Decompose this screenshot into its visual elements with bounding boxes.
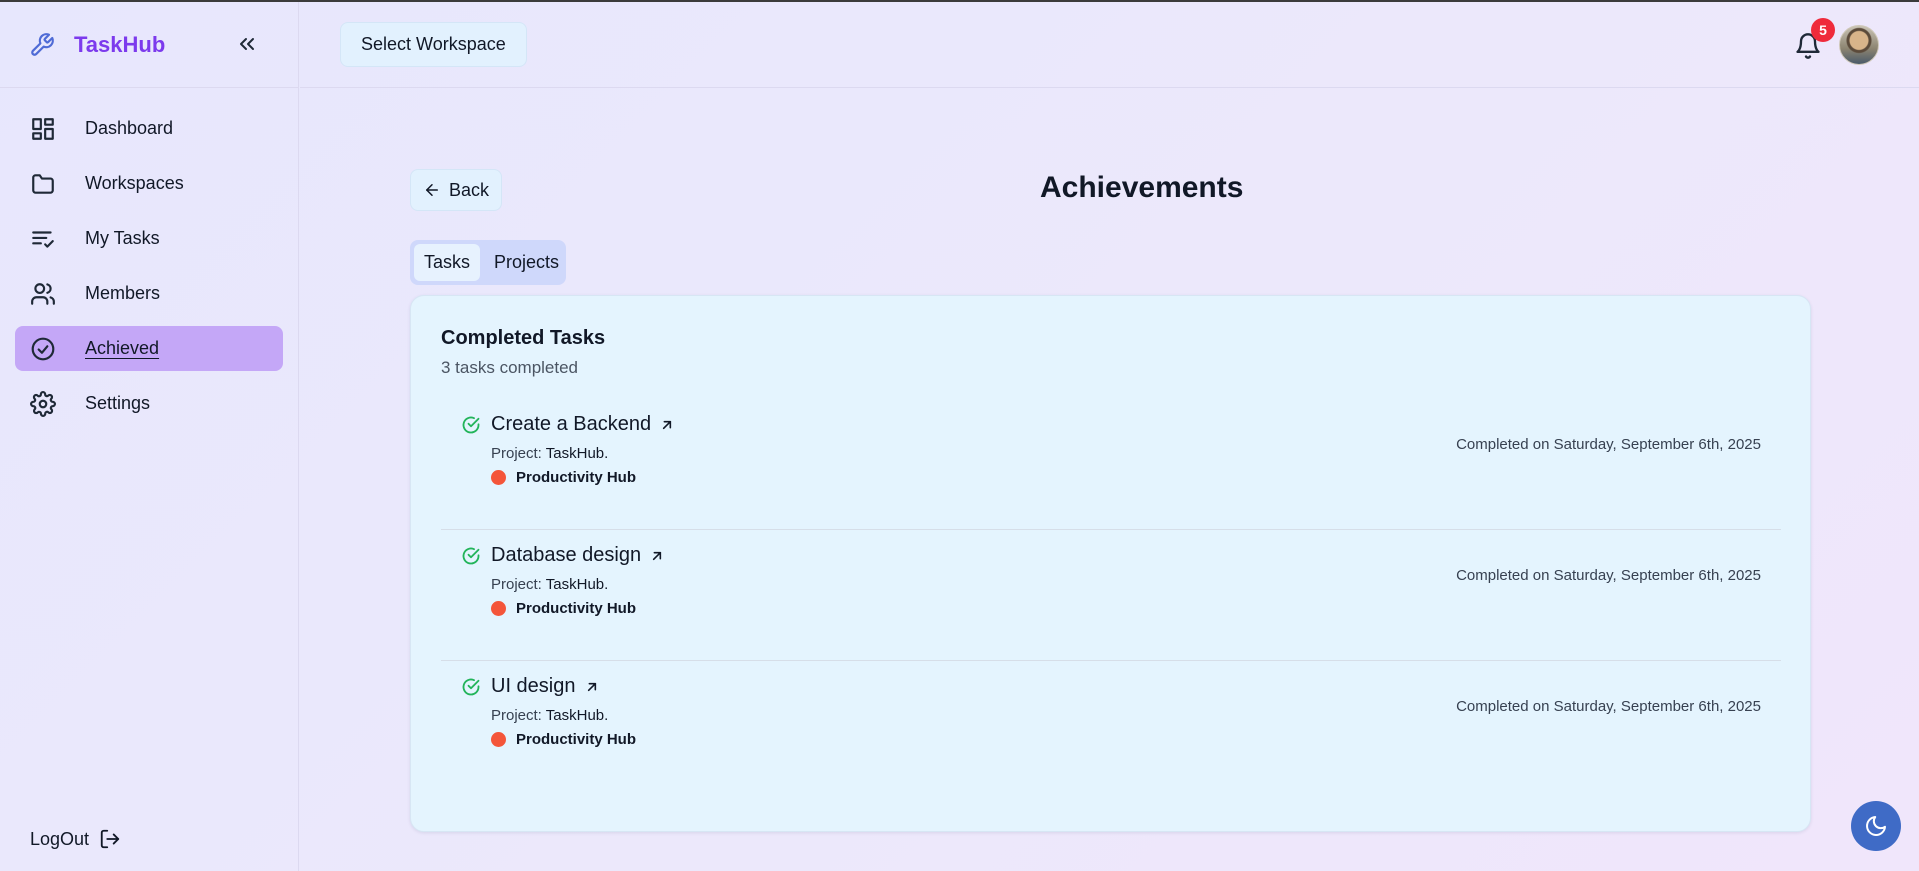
- completed-date: Completed on Saturday, September 6th, 20…: [1456, 436, 1761, 453]
- external-link-icon: [652, 551, 662, 560]
- sidebar-item-label: Dashboard: [85, 118, 174, 138]
- task-link[interactable]: Database design: [491, 544, 665, 567]
- check-circle-icon: [462, 416, 480, 434]
- brand: TaskHub: [0, 2, 298, 88]
- wrench-icon: [31, 32, 54, 56]
- logout-label: LogOut: [30, 828, 90, 849]
- gear-icon: [30, 390, 56, 417]
- achievement-tabs: Tasks Projects: [410, 240, 566, 285]
- sidebar: TaskHub Dashboard Workspaces My Tasks Me…: [0, 2, 299, 871]
- check-circle-icon: [462, 678, 480, 696]
- workspace-color-dot: [491, 470, 506, 485]
- select-workspace-button[interactable]: Select Workspace: [340, 22, 527, 67]
- sidebar-item-label: My Tasks: [85, 228, 160, 248]
- page-title: Achievements: [1040, 171, 1244, 204]
- sidebar-item-my-tasks[interactable]: My Tasks: [15, 216, 283, 261]
- back-button[interactable]: Back: [410, 169, 502, 211]
- notification-badge: 5: [1811, 18, 1835, 42]
- external-link-icon: [662, 420, 672, 429]
- app-name[interactable]: TaskHub: [74, 32, 165, 58]
- sidebar-nav: Dashboard Workspaces My Tasks Members Ac…: [0, 88, 298, 426]
- task-name: Create a Backend: [491, 413, 652, 435]
- project-prefix: Project:: [491, 707, 542, 724]
- logout-icon: [100, 829, 120, 849]
- task-project: Project: TaskHub.: [491, 445, 608, 462]
- users-icon: [31, 282, 55, 305]
- sidebar-item-settings[interactable]: Settings: [15, 381, 283, 426]
- theme-toggle-button[interactable]: [1851, 801, 1901, 851]
- project-name: TaskHub.: [545, 576, 609, 593]
- completed-date: Completed on Saturday, September 6th, 20…: [1456, 698, 1761, 715]
- tab-tasks[interactable]: Tasks: [414, 244, 481, 281]
- check-circle-icon: [462, 547, 480, 565]
- project-name: TaskHub.: [545, 445, 609, 462]
- moon-icon: [1866, 816, 1886, 836]
- logout-button[interactable]: LogOut: [30, 828, 121, 850]
- sidebar-item-label: Members: [85, 283, 161, 303]
- folder-icon: [32, 173, 54, 194]
- workspace-name: Productivity Hub: [516, 600, 637, 617]
- tab-projects[interactable]: Projects: [484, 244, 569, 281]
- list-item: Create a Backend Project: TaskHub. Produ…: [441, 399, 1781, 530]
- task-project: Project: TaskHub.: [491, 707, 608, 724]
- workspace-color-dot: [491, 601, 506, 616]
- completed-tasks-card: Completed Tasks 3 tasks completed Create…: [410, 295, 1811, 832]
- project-name: TaskHub.: [545, 707, 609, 724]
- list-item: UI design Project: TaskHub. Productivity…: [441, 661, 1781, 792]
- card-title: Completed Tasks: [441, 327, 606, 349]
- completed-date: Completed on Saturday, September 6th, 20…: [1456, 567, 1761, 584]
- collapse-sidebar-icon[interactable]: [235, 32, 259, 56]
- sidebar-item-workspaces[interactable]: Workspaces: [15, 161, 283, 206]
- sidebar-item-dashboard[interactable]: Dashboard: [15, 106, 283, 151]
- sidebar-item-label: Achieved: [85, 338, 160, 358]
- project-prefix: Project:: [491, 445, 542, 462]
- workspace-name: Productivity Hub: [516, 731, 637, 748]
- task-link[interactable]: UI design: [491, 675, 600, 698]
- task-project: Project: TaskHub.: [491, 576, 608, 593]
- task-name: UI design: [491, 675, 576, 697]
- task-link[interactable]: Create a Backend: [491, 413, 675, 436]
- dashboard-icon: [32, 117, 54, 140]
- back-label: Back: [448, 179, 490, 200]
- workspace-name: Productivity Hub: [516, 469, 637, 486]
- card-subtitle: 3 tasks completed: [441, 358, 579, 377]
- sidebar-item-members[interactable]: Members: [15, 271, 283, 316]
- sidebar-item-achieved[interactable]: Achieved: [15, 326, 283, 371]
- task-name: Database design: [491, 544, 642, 566]
- arrow-left-icon: [425, 184, 438, 196]
- project-prefix: Project:: [491, 576, 542, 593]
- avatar[interactable]: [1839, 25, 1879, 65]
- task-workspace: Productivity Hub: [491, 469, 636, 486]
- check-circle-icon: [31, 337, 55, 360]
- sidebar-item-label: Settings: [85, 393, 151, 413]
- sidebar-item-label: Workspaces: [85, 173, 184, 193]
- list-item: Database design Project: TaskHub. Produc…: [441, 530, 1781, 661]
- task-workspace: Productivity Hub: [491, 600, 636, 617]
- task-workspace: Productivity Hub: [491, 731, 636, 748]
- list-check-icon: [32, 230, 54, 248]
- workspace-color-dot: [491, 732, 506, 747]
- top-header: Select Workspace 5: [300, 2, 1919, 88]
- external-link-icon: [587, 682, 596, 691]
